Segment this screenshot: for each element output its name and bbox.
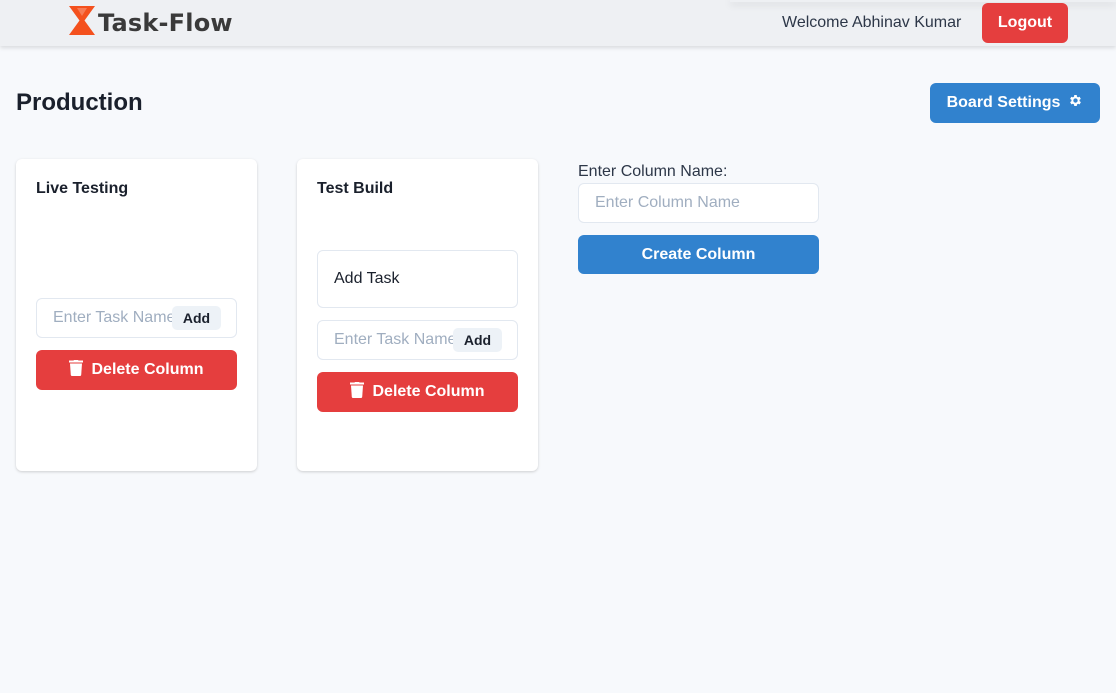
navbar-shadow (730, 0, 1116, 2)
hourglass-icon (68, 5, 96, 41)
task-card[interactable]: Add Task (317, 250, 518, 308)
column-title: Live Testing (36, 180, 129, 197)
welcome-text: Welcome Abhinav Kumar (782, 14, 962, 31)
task-input-group: Add (317, 320, 518, 360)
board-title: Production (16, 89, 143, 116)
delete-column-button[interactable]: Delete Column (317, 372, 518, 412)
column-name-input[interactable] (578, 183, 819, 223)
trash-icon (350, 381, 365, 403)
board-settings-button[interactable]: Board Settings (930, 83, 1100, 123)
task-input-group: Add (36, 298, 237, 338)
gear-icon (1068, 93, 1083, 113)
create-column-button[interactable]: Create Column (578, 235, 819, 274)
column-title: Test Build (317, 180, 394, 197)
board-settings-label: Board Settings (946, 94, 1061, 111)
app-name: Task-Flow (98, 9, 233, 37)
add-task-button[interactable]: Add (453, 328, 502, 352)
column-test-build: Test Build Add Task Add Delete Column (297, 159, 538, 471)
task-name-input[interactable] (37, 299, 177, 337)
delete-column-button[interactable]: Delete Column (36, 350, 237, 390)
task-name-input[interactable] (318, 321, 458, 359)
column-name-label: Enter Column Name: (578, 163, 728, 180)
column-live-testing: Live Testing Add Delete Column (16, 159, 257, 471)
navbar: Task-Flow Welcome Abhinav Kumar Logout (0, 0, 1116, 46)
add-task-button[interactable]: Add (172, 306, 221, 330)
app-logo[interactable]: Task-Flow (68, 5, 233, 41)
delete-column-label: Delete Column (372, 383, 485, 400)
trash-icon (69, 359, 84, 381)
delete-column-label: Delete Column (91, 361, 204, 378)
logout-button[interactable]: Logout (982, 3, 1068, 43)
